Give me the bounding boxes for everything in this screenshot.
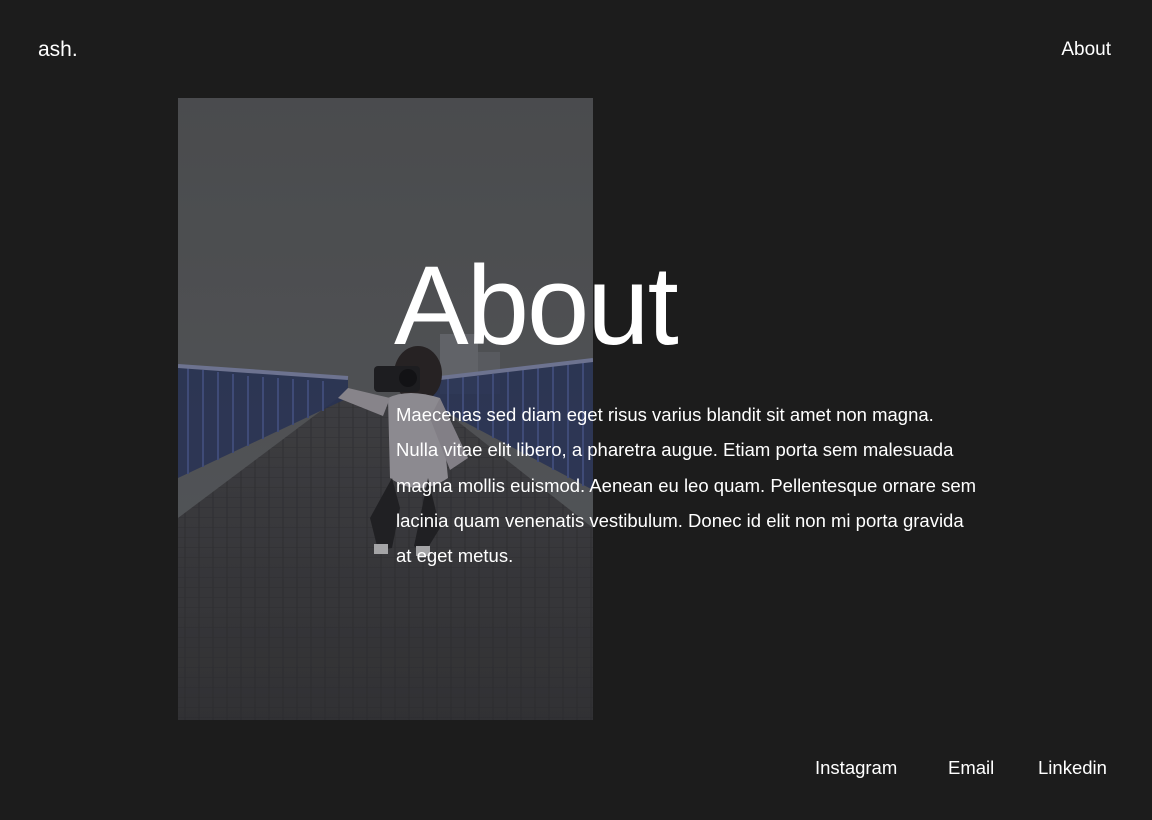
email-link[interactable]: Email (948, 757, 994, 779)
nav-link-about[interactable]: About (1061, 39, 1111, 61)
about-paragraph: Maecenas sed diam eget risus varius blan… (396, 404, 977, 567)
site-logo[interactable]: ash. (38, 38, 78, 62)
footer-links: Instagram Email Linkedin (0, 757, 1152, 787)
linkedin-link[interactable]: Linkedin (1038, 757, 1107, 779)
instagram-link[interactable]: Instagram (815, 757, 897, 779)
page-title: About (394, 243, 679, 368)
page: ash. About About Maecenas sed diam eget … (0, 0, 1152, 820)
